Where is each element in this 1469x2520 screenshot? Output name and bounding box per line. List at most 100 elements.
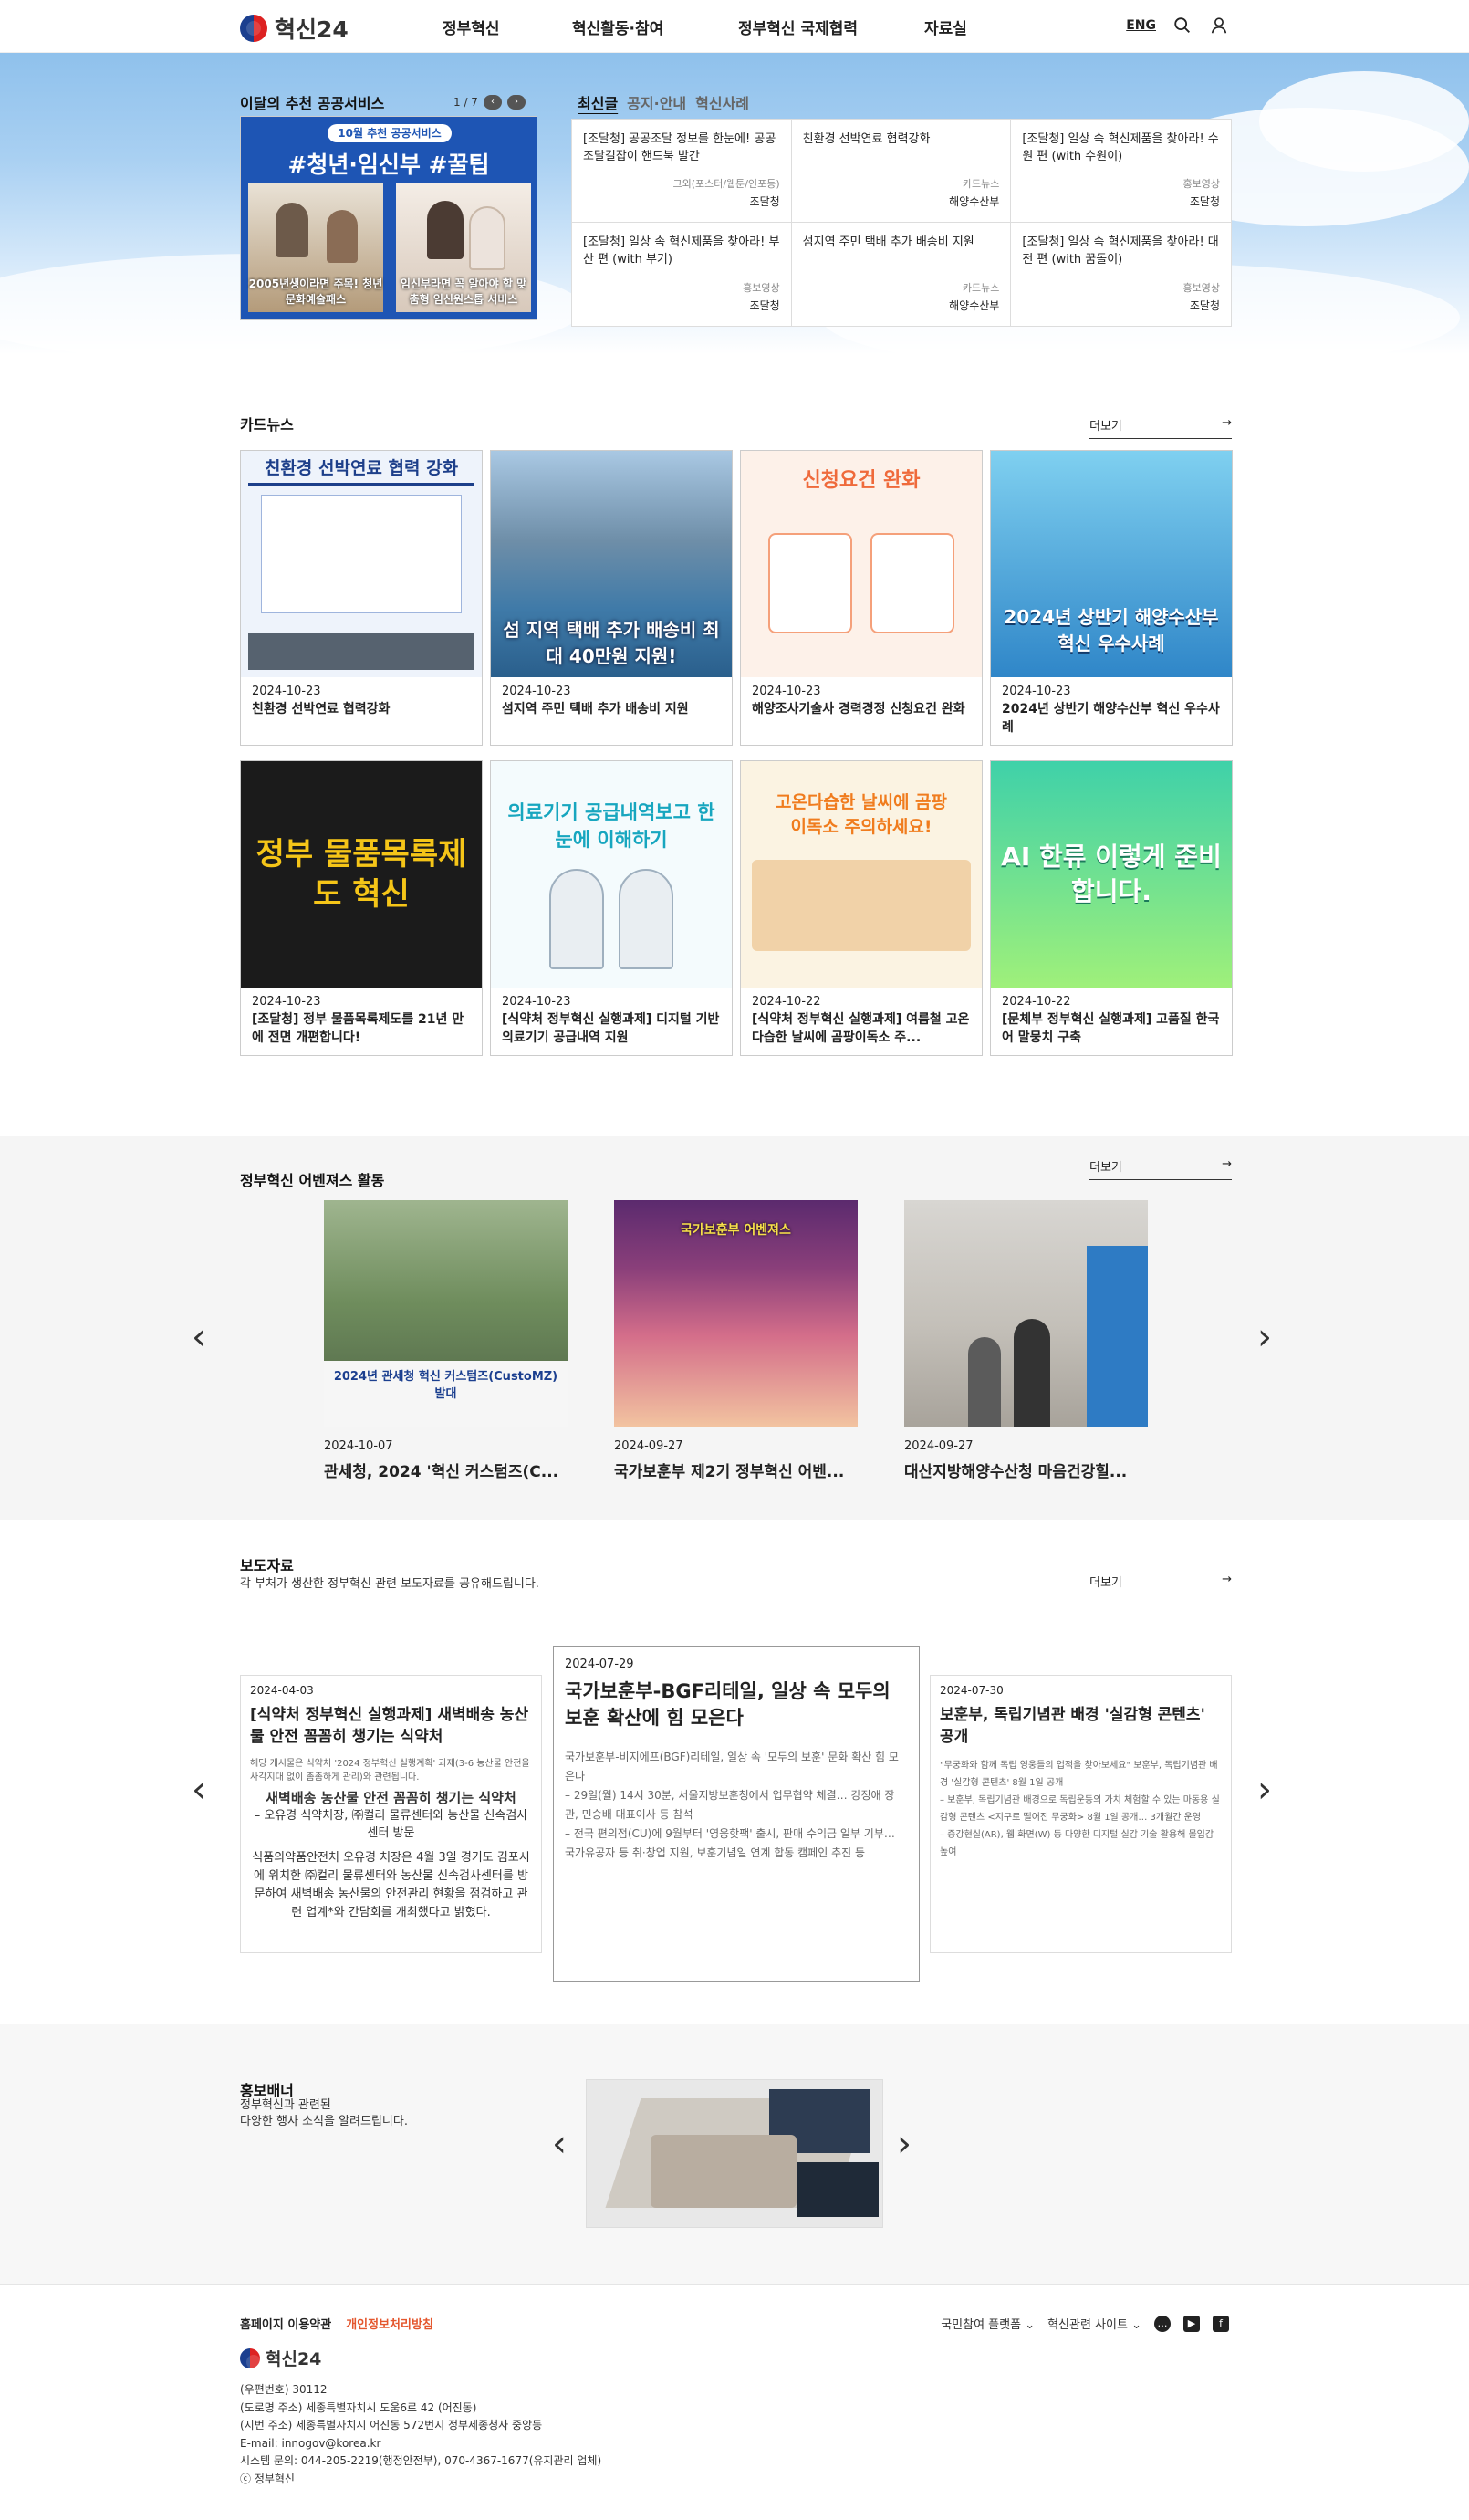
avengers-title-text: 대산지방해양수산청 마음건강힐...	[904, 1463, 1128, 1481]
search-icon[interactable]	[1172, 16, 1193, 36]
avengers-item[interactable]: 국가보훈부 어벤져스 2024-09-27 국가보훈부 제2기 정부혁신 어벤.…	[614, 1200, 858, 1481]
pager-count: 1 / 7	[453, 96, 478, 109]
card-date: 2024-10-22	[1002, 995, 1071, 1009]
card-title: [식약처 정부혁신 실행과제] 디지털 기반 의료기기 공급내역 지원	[502, 1012, 720, 1045]
card-item[interactable]: AI 한류 이렇게 준비합니다. 2024-10-22 [문체부 정부혁신 실행…	[990, 760, 1233, 1056]
footer-info-line: (도로명 주소) 세종특별자치시 도움6로 42 (어진동)	[240, 2400, 477, 2414]
card-title: [식약처 정부혁신 실행과제] 여름철 고온다습한 날씨에 곰팡이독소 주...	[752, 1012, 970, 1045]
card-date: 2024-10-23	[1002, 685, 1071, 698]
notice-org: 조달청	[749, 195, 780, 208]
terms-link[interactable]: 홈페이지 이용약관	[240, 2315, 331, 2332]
notice-item[interactable]: [조달청] 공공조달 정보를 한눈에! 공공조달길잡이 핸드북 발간 그외(포스터…	[572, 120, 792, 223]
tab-notice[interactable]: 공지·안내	[627, 91, 686, 113]
notice-org: 해양수산부	[949, 299, 1000, 312]
utility-menu: ENG	[1126, 16, 1229, 36]
prev-arrow-icon[interactable]: ‹	[483, 95, 502, 110]
user-icon[interactable]	[1209, 16, 1229, 36]
card-item[interactable]: 의료기기 공급내역보고 한 눈에 이해하기 2024-10-23 [식약처 정부…	[490, 760, 733, 1056]
card-item[interactable]: 친환경 선박연료 협력 강화 2024-10-23 친환경 선박연료 협력강화	[240, 450, 483, 746]
card-item[interactable]: 신청요건 완화 2024-10-23 해양조사기술사 경력경정 신청요건 완화	[740, 450, 983, 746]
notice-title: [조달청] 일상 속 혁신제품을 찾아라! 부산 편 (with 부기)	[583, 235, 780, 267]
card-thumb-text: AI 한류 이렇게 준비합니다.	[1001, 842, 1222, 906]
platform-label: 국민참여 플랫폼	[941, 2318, 1022, 2332]
footer-info-line: E-mail: innogov@korea.kr	[240, 2436, 381, 2450]
banner-tags: #청년·임신부 #꿀팁	[287, 152, 490, 178]
arrow-right-icon: →	[1222, 1573, 1232, 1586]
eng-link[interactable]: ENG	[1126, 18, 1156, 33]
nav-item-activity[interactable]: 혁신활동·참여	[572, 16, 738, 38]
cardnews-title: 카드뉴스	[240, 416, 294, 434]
press-subhead2: – 증강현실(AR), 웹 화면(W) 등 다양한 디지털 실감 기술 활용해 …	[940, 1830, 1214, 1857]
recommend-pager: 1 / 7 ‹ ›	[453, 95, 526, 110]
privacy-link[interactable]: 개인정보처리방침	[346, 2315, 433, 2332]
facebook-icon[interactable]: f	[1213, 2315, 1229, 2332]
talk-icon[interactable]: …	[1154, 2315, 1171, 2332]
footer-right: 국민참여 플랫폼 ⌄ 혁신관련 사이트 ⌄ … ▶ f	[941, 2315, 1229, 2332]
avengers-photo: 국가보훈부 어벤져스	[614, 1200, 858, 1427]
nav-item-international[interactable]: 정부혁신 국제협력	[738, 16, 924, 38]
card-title: 친환경 선박연료 협력강화	[252, 702, 391, 716]
notice-item[interactable]: 친환경 선박연료 협력강화 카드뉴스 해양수산부	[791, 120, 1012, 223]
promo-prev-icon[interactable]: ‹	[552, 2123, 567, 2165]
card-date: 2024-10-23	[252, 995, 321, 1009]
notice-item[interactable]: [조달청] 일상 속 혁신제품을 찾아라! 수원 편 (with 수원이) 홍보영…	[1011, 120, 1231, 223]
notice-org: 해양수산부	[949, 195, 1000, 208]
card-date: 2024-10-23	[752, 685, 821, 698]
sites-dropdown[interactable]: 혁신관련 사이트 ⌄	[1047, 2315, 1141, 2332]
tab-latest[interactable]: 최신글	[578, 91, 618, 113]
site-header: 혁신24 정부혁신 혁신활동·참여 정부혁신 국제협력 자료실 ENG	[0, 0, 1469, 53]
site-logo[interactable]: 혁신24	[240, 12, 349, 45]
more-label: 더보기	[1089, 420, 1122, 434]
notice-tabs: 최신글 공지·안내 혁신사례	[578, 91, 749, 113]
notice-item[interactable]: [조달청] 일상 속 혁신제품을 찾아라! 대전 편 (with 꿈돌이) 홍보영…	[1011, 223, 1231, 326]
notice-grid: [조달청] 공공조달 정보를 한눈에! 공공조달길잡이 핸드북 발간 그외(포스터…	[571, 119, 1232, 327]
avengers-item[interactable]: 2024년 관세청 혁신 커스텀즈(CustoMZ) 발대 2024-10-07…	[324, 1200, 568, 1481]
banner-badge: 10월 추천 공공서비스	[328, 124, 452, 142]
press-date: 2024-07-29	[565, 1657, 634, 1671]
card-item[interactable]: 정부 물품목록제도 혁신 2024-10-23 [조달청] 정부 물품목록제도를…	[240, 760, 483, 1056]
press-card[interactable]: 2024-07-30 보훈부, 독립기념관 배경 '실감형 콘텐츠' 공개 "무…	[930, 1675, 1232, 1953]
promo-banner-image[interactable]	[586, 2079, 883, 2228]
chevron-down-icon: ⌄	[1025, 2318, 1036, 2332]
press-card-active[interactable]: 2024-07-29 국가보훈부-BGF리테일, 일상 속 모두의 보훈 확산에…	[553, 1646, 920, 1982]
slider-prev-icon[interactable]: ‹	[192, 1769, 206, 1811]
youtube-icon[interactable]: ▶	[1183, 2315, 1200, 2332]
tab-cases[interactable]: 혁신사례	[695, 91, 749, 113]
avengers-item[interactable]: 2024-09-27 대산지방해양수산청 마음건강힐...	[904, 1200, 1148, 1481]
cardnews-more-link[interactable]: 더보기 →	[1089, 416, 1232, 439]
card-thumb-text: 친환경 선박연료 협력 강화	[248, 455, 474, 486]
nav-item-innovation[interactable]: 정부혁신	[443, 16, 572, 38]
notice-item[interactable]: [조달청] 일상 속 혁신제품을 찾아라! 부산 편 (with 부기) 홍보영상…	[572, 223, 792, 326]
more-label: 더보기	[1089, 1576, 1122, 1590]
footer-logo-text: 혁신24	[266, 2349, 322, 2369]
arrow-right-icon: →	[1222, 1157, 1232, 1171]
nav-item-archive[interactable]: 자료실	[924, 16, 967, 38]
press-more-link[interactable]: 더보기 →	[1089, 1573, 1232, 1595]
promo-next-icon[interactable]: ›	[897, 2123, 912, 2165]
slider-next-icon[interactable]: ›	[1257, 1316, 1272, 1358]
notice-item[interactable]: 섬지역 주민 택배 추가 배송비 지원 카드뉴스 해양수산부	[792, 223, 1012, 326]
notice-category: 카드뉴스	[962, 178, 1000, 190]
slider-next-icon[interactable]: ›	[1257, 1769, 1272, 1811]
recommend-banner[interactable]: 10월 추천 공공서비스 #청년·임신부 #꿀팁 2005년생이라면 주목! 청…	[240, 116, 537, 320]
card-thumbnail: 친환경 선박연료 협력 강화	[241, 451, 482, 677]
card-date: 2024-10-23	[502, 995, 571, 1009]
footer-info-line: (지번 주소) 세종특별자치시 어진동 572번지 정부세종청사 중앙동	[240, 2419, 543, 2431]
avengers-photo-banner: 국가보훈부 어벤져스	[681, 1223, 791, 1238]
card-item[interactable]: 섬 지역 택배 추가 배송비 최대 40만원 지원! 2024-10-23 섬지…	[490, 450, 733, 746]
press-card[interactable]: 2024-04-03 [식약처 정부혁신 실행과제] 새벽배송 농산물 안전 꼼…	[240, 1675, 542, 1953]
press-subhead2: – 오유경 식약처장, ㈜컬리 물류센터와 농산물 신속검사센터 방문	[254, 1809, 528, 1840]
platform-dropdown[interactable]: 국민참여 플랫폼 ⌄	[941, 2315, 1035, 2332]
avengers-more-link[interactable]: 더보기 →	[1089, 1157, 1232, 1180]
card-item[interactable]: 고온다습한 날씨에 곰팡이독소 주의하세요! 2024-10-22 [식약처 정…	[740, 760, 983, 1056]
footer-info: (우편번호) 30112 (도로명 주소) 세종특별자치시 도움6로 42 (어…	[240, 2381, 601, 2488]
next-arrow-icon[interactable]: ›	[506, 95, 526, 110]
press-card-title: 보훈부, 독립기념관 배경 '실감형 콘텐츠' 공개	[940, 1706, 1205, 1746]
card-title: 해양조사기술사 경력경정 신청요건 완화	[752, 702, 965, 716]
notice-category: 카드뉴스	[962, 282, 1000, 294]
card-thumb-text: 고온다습한 날씨에 곰팡이독소 주의하세요!	[775, 792, 948, 837]
page: 혁신24 정부혁신 혁신활동·참여 정부혁신 국제협력 자료실 ENG 이달의 …	[0, 0, 1469, 2520]
slider-prev-icon[interactable]: ‹	[192, 1316, 206, 1358]
card-item[interactable]: 2024년 상반기 해양수산부 혁신 우수사례 2024-10-23 2024년…	[990, 450, 1233, 746]
card-thumb-text: 섬 지역 택배 추가 배송비 최대 40만원 지원!	[503, 619, 720, 667]
